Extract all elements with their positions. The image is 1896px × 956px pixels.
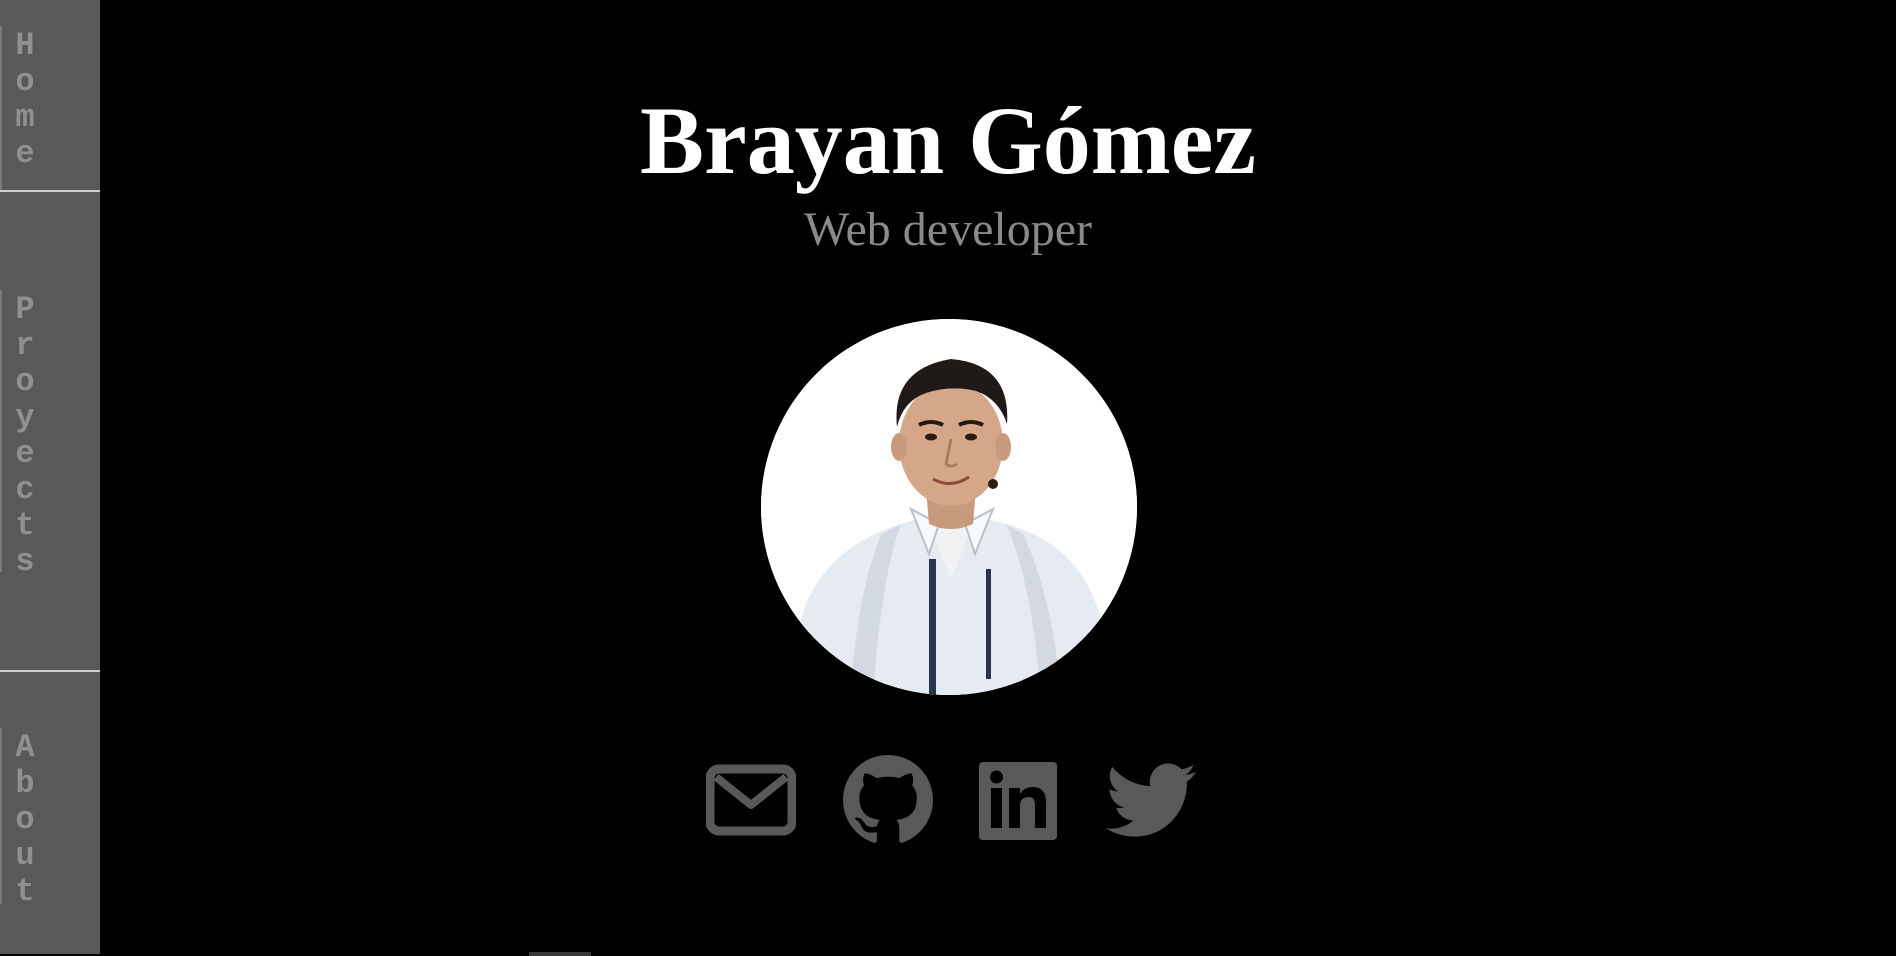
avatar xyxy=(761,319,1137,695)
nav-item-home[interactable]: Home xyxy=(0,0,100,191)
nav-item-label: About xyxy=(15,729,35,910)
nav-item-label: Proyects xyxy=(15,291,35,580)
subtitle: Web developer xyxy=(804,203,1092,256)
linkedin-link[interactable] xyxy=(978,755,1058,845)
nav-indicator xyxy=(0,290,2,572)
bottom-edge-tab xyxy=(529,952,591,956)
profile-photo xyxy=(761,319,1137,695)
twitter-icon xyxy=(1106,763,1196,837)
nav-indicator xyxy=(0,26,2,191)
sidebar-nav: Home Proyects About xyxy=(0,0,100,954)
page-title: Brayan Gómez xyxy=(640,87,1256,194)
github-icon xyxy=(843,755,933,843)
nav-indicator xyxy=(0,728,2,904)
nav-item-about[interactable]: About xyxy=(0,672,100,954)
linkedin-icon xyxy=(979,762,1057,840)
nav-item-proyects[interactable]: Proyects xyxy=(0,192,100,670)
nav-item-label: Home xyxy=(15,27,35,172)
github-link[interactable] xyxy=(843,755,933,845)
social-links xyxy=(700,755,1200,845)
envelope-icon xyxy=(706,764,796,836)
twitter-link[interactable] xyxy=(1105,755,1197,845)
email-link[interactable] xyxy=(706,755,796,845)
